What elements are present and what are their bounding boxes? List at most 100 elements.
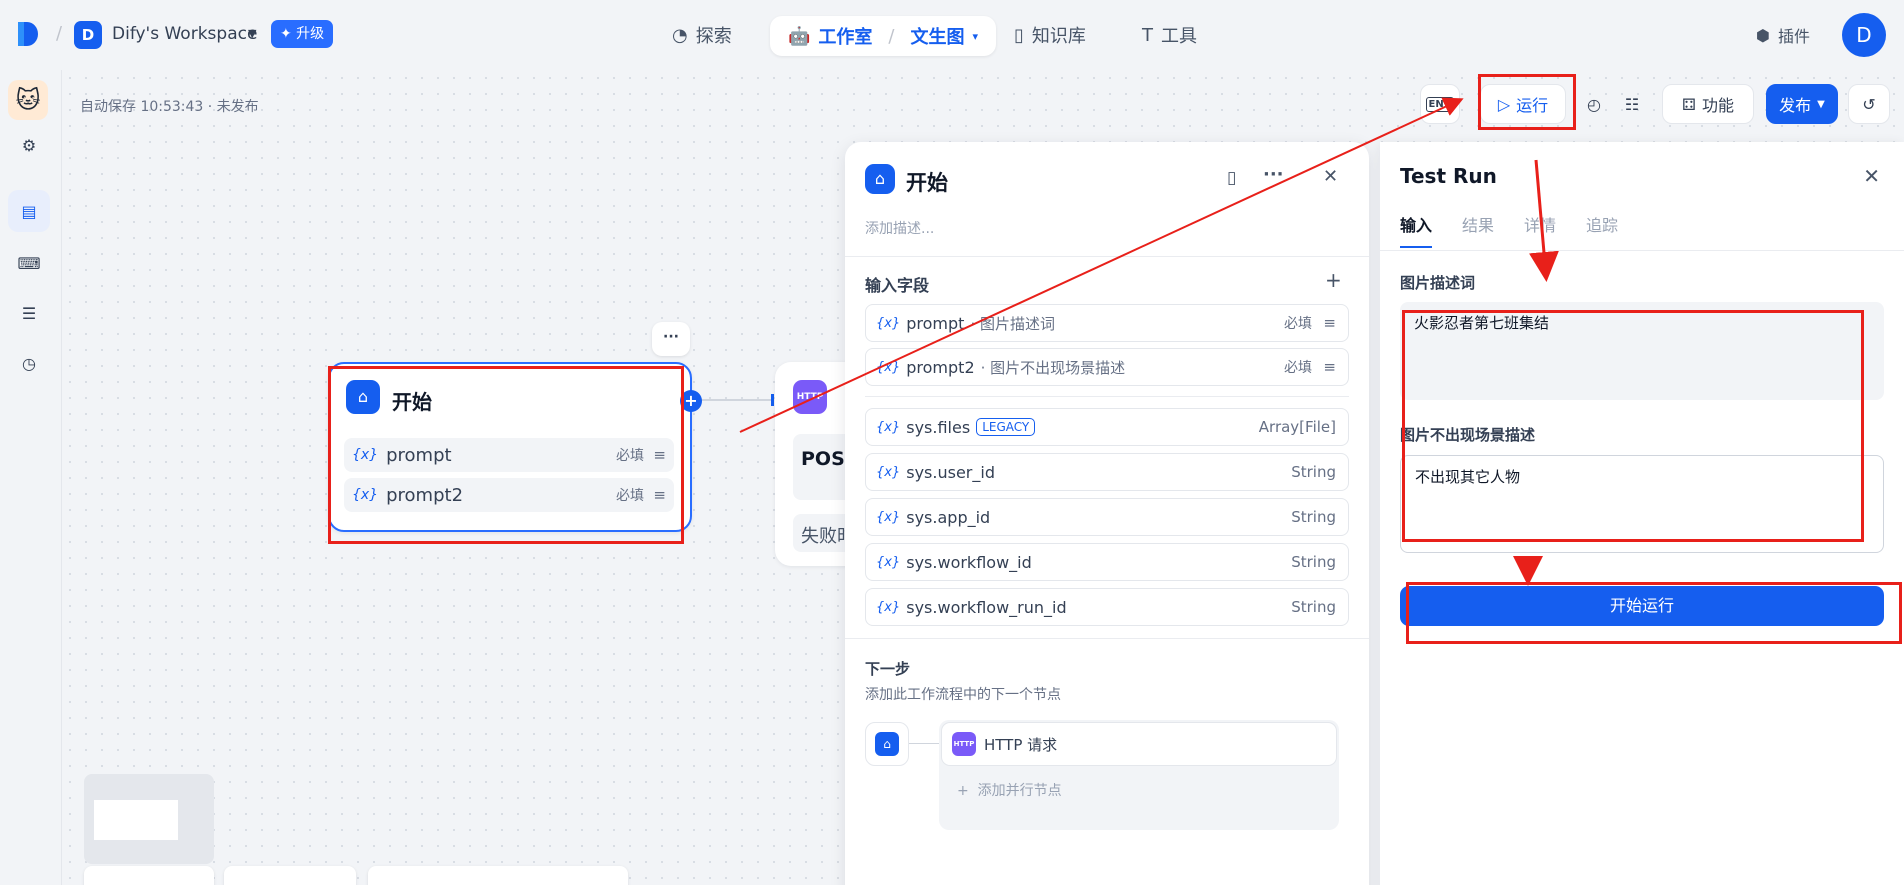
features-label: 功能 bbox=[1701, 96, 1734, 115]
required-tag: 必填 bbox=[616, 448, 644, 464]
add-node-plus-icon[interactable]: + bbox=[680, 390, 702, 412]
upgrade-button[interactable]: ✦ 升级 bbox=[271, 20, 334, 48]
monitor-icon[interactable]: ◷ bbox=[8, 342, 50, 384]
logs-icon[interactable]: ☰ bbox=[8, 292, 50, 334]
next-node-label: HTTP 请求 bbox=[984, 735, 1058, 754]
tab-result[interactable]: 结果 bbox=[1462, 212, 1494, 248]
zoom-controls[interactable] bbox=[84, 866, 214, 885]
tab-input[interactable]: 输入 bbox=[1400, 212, 1433, 248]
dify-logo[interactable] bbox=[16, 20, 40, 48]
field-desc: · 图片描述词 bbox=[970, 314, 1055, 333]
add-field-plus-icon[interactable]: + bbox=[1325, 268, 1342, 292]
add-parallel-label: 添加并行节点 bbox=[977, 783, 1062, 799]
field-type: Array[File] bbox=[1258, 418, 1336, 436]
nav-separator: / bbox=[888, 25, 895, 47]
features-icon: ⚃ bbox=[1682, 94, 1696, 114]
nav-tools[interactable]: T 工具 bbox=[1142, 16, 1197, 54]
http-icon: HTTP bbox=[952, 732, 976, 756]
sys-field-row: {x} sys.workflow_run_id String bbox=[865, 588, 1349, 626]
field-type: String bbox=[1291, 553, 1336, 571]
undo-redo-controls[interactable] bbox=[224, 866, 356, 885]
node-more-button[interactable]: ··· bbox=[652, 322, 690, 356]
next-node-http[interactable]: HTTP HTTP 请求 bbox=[941, 722, 1337, 766]
orchestrate-icon[interactable]: ▤ bbox=[8, 190, 50, 232]
cube-icon: ⬢ bbox=[1756, 25, 1770, 45]
workspace-avatar[interactable]: D bbox=[74, 21, 102, 49]
close-icon[interactable]: ✕ bbox=[1863, 164, 1880, 188]
app-icon[interactable]: 🐱 bbox=[8, 80, 48, 120]
required-tag: 必填 bbox=[1284, 316, 1312, 332]
field-name: sys.workflow_id bbox=[906, 552, 1032, 572]
publish-label: 发布 bbox=[1779, 96, 1812, 115]
app-name[interactable]: 文生图 bbox=[911, 23, 965, 49]
env-button[interactable]: ENV bbox=[1420, 84, 1460, 124]
canvas-toolbar[interactable] bbox=[368, 866, 628, 885]
start-run-button[interactable]: 开始运行 bbox=[1400, 586, 1884, 626]
variable-icon: {x} bbox=[876, 599, 901, 615]
field-name: sys.files bbox=[906, 417, 971, 437]
field-name: prompt bbox=[906, 313, 965, 333]
nav-explore[interactable]: ◔ 探索 bbox=[672, 16, 732, 54]
compass-icon: ◔ bbox=[672, 24, 688, 46]
input-fields-label: 输入字段 bbox=[865, 276, 930, 295]
variable-icon: {x} bbox=[352, 487, 379, 503]
start-node-var: {x} prompt 必填 ≡ bbox=[344, 438, 674, 472]
edge-handle[interactable] bbox=[771, 394, 774, 406]
start-node-title: 开始 bbox=[392, 390, 432, 414]
prompt-textarea[interactable]: 火影忍者第七班集结 bbox=[1400, 302, 1884, 400]
autosave-status: 自动保存 10:53:43 · 未发布 bbox=[80, 99, 259, 115]
http-icon: HTTP bbox=[793, 380, 827, 414]
book-open-icon[interactable]: ▯ bbox=[1227, 168, 1236, 188]
field-label: 图片描述词 bbox=[1400, 274, 1476, 292]
nav-plugins-label: 插件 bbox=[1777, 27, 1810, 46]
hammer-icon: T bbox=[1142, 24, 1153, 46]
publish-button[interactable]: 发布 ▼ bbox=[1766, 84, 1838, 124]
divider bbox=[845, 638, 1369, 639]
variable-icon: {x} bbox=[876, 315, 901, 331]
start-node-panel: ⌂ 开始 ▯ ··· ✕ 添加描述... 输入字段 + {x} prompt ·… bbox=[845, 142, 1369, 885]
terminal-icon[interactable]: ⌨ bbox=[8, 242, 50, 284]
features-button[interactable]: ⚃ 功能 bbox=[1662, 84, 1754, 124]
minimap[interactable] bbox=[84, 774, 214, 864]
start-node-var: {x} prompt2 必填 ≡ bbox=[344, 478, 674, 512]
divider bbox=[865, 396, 1349, 397]
checklist-history-icon[interactable]: ◴ bbox=[1574, 84, 1614, 124]
version-history-icon[interactable]: ↺ bbox=[1848, 84, 1890, 124]
field-type: String bbox=[1291, 598, 1336, 616]
close-icon[interactable]: ✕ bbox=[1323, 166, 1338, 187]
node-edge bbox=[702, 399, 772, 401]
sys-field-row: {x} sys.app_id String bbox=[865, 498, 1349, 536]
field-name: prompt2 bbox=[906, 357, 975, 377]
nav-plugins[interactable]: ⬢ 插件 bbox=[1756, 16, 1810, 54]
required-tag: 必填 bbox=[1284, 360, 1312, 376]
tab-trace[interactable]: 追踪 bbox=[1586, 212, 1618, 248]
checklist-icon[interactable]: ☷ bbox=[1612, 84, 1652, 124]
input-field-row[interactable]: {x} prompt · 图片描述词 必填 ≡ bbox=[865, 304, 1349, 342]
run-button[interactable]: ▷ 运行 bbox=[1480, 84, 1566, 124]
field-name: sys.workflow_run_id bbox=[906, 597, 1067, 617]
settings-sliders-icon[interactable]: ⚙ bbox=[8, 124, 50, 166]
tab-detail[interactable]: 详情 bbox=[1524, 212, 1556, 248]
chevron-down-icon[interactable]: ▾ bbox=[973, 30, 979, 43]
nav-studio[interactable]: 🤖 工作室 / 文生图 ▾ bbox=[770, 16, 997, 56]
book-icon: ▯ bbox=[1014, 24, 1024, 46]
nav-tools-label: 工具 bbox=[1161, 26, 1197, 47]
add-parallel-node[interactable]: + 添加并行节点 bbox=[957, 780, 1062, 800]
input-field-row[interactable]: {x} prompt2 · 图片不出现场景描述 必填 ≡ bbox=[865, 348, 1349, 386]
variable-icon: {x} bbox=[876, 509, 901, 525]
workspace-name[interactable]: Dify's Workspace bbox=[112, 24, 257, 44]
description-input[interactable]: 添加描述... bbox=[865, 218, 934, 238]
chevron-down-icon: ▼ bbox=[1817, 98, 1825, 110]
chevron-down-icon[interactable]: ▼ bbox=[248, 27, 256, 40]
plus-icon: + bbox=[957, 783, 969, 799]
start-node[interactable]: ⌂ 开始 {x} prompt 必填 ≡ {x} prompt2 必填 ≡ bbox=[328, 362, 692, 532]
field-name: sys.user_id bbox=[906, 462, 995, 482]
prompt2-textarea[interactable]: 不出现其它人物 bbox=[1400, 455, 1884, 553]
next-step-desc: 添加此工作流程中的下一个节点 bbox=[865, 687, 1061, 703]
test-run-tabs: 输入 结果 详情 追踪 bbox=[1400, 212, 1618, 248]
variable-icon: {x} bbox=[352, 447, 379, 463]
nav-knowledge[interactable]: ▯ 知识库 bbox=[1014, 16, 1086, 54]
more-icon[interactable]: ··· bbox=[1263, 164, 1284, 185]
user-avatar[interactable]: D bbox=[1842, 13, 1886, 57]
variable-icon: {x} bbox=[876, 554, 901, 570]
